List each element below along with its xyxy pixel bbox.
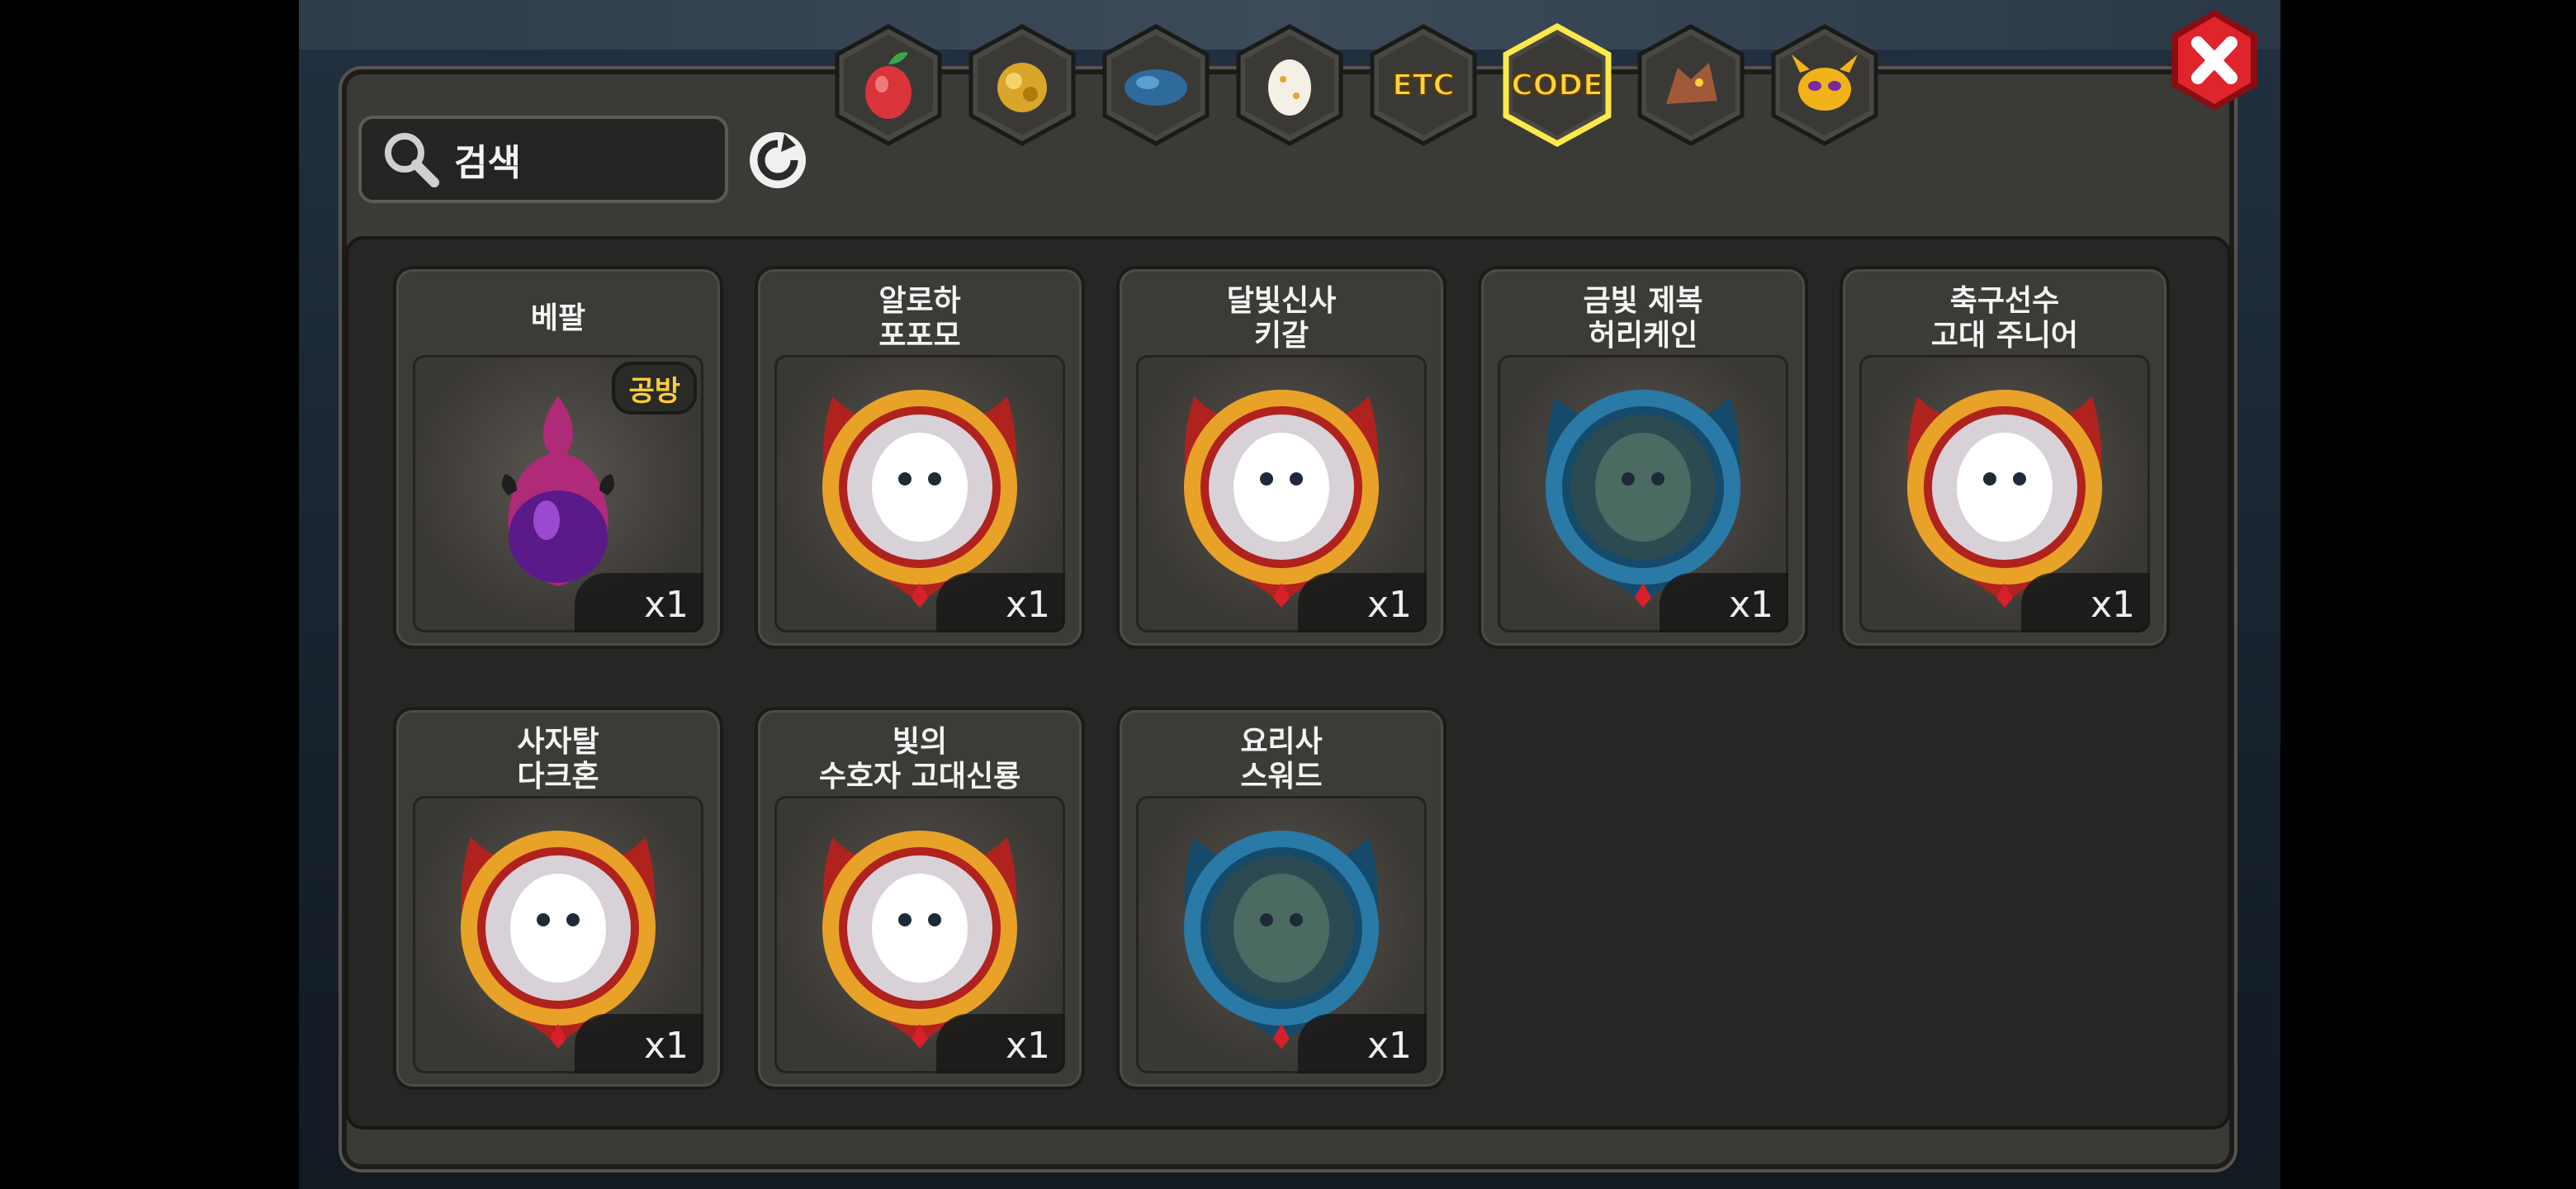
item-image: x1 [1859, 355, 2150, 632]
tab-label: CODE [1510, 68, 1604, 103]
mask-tab[interactable] [1767, 21, 1882, 149]
egg-icon [1236, 24, 1343, 146]
item-image: 공방 x1 [413, 355, 703, 632]
item-name: 알로하 포포모 [878, 284, 961, 353]
item-image: x1 [413, 796, 703, 1073]
dragon-tab[interactable] [1633, 21, 1749, 149]
gold-tab[interactable] [964, 21, 1080, 149]
item-card[interactable]: 축구선수 고대 주니어 x1 [1840, 266, 2170, 649]
item-quantity: x1 [575, 1014, 703, 1073]
item-card[interactable]: 알로하 포포모 x1 [755, 266, 1085, 649]
fruit-icon [835, 24, 942, 146]
item-quantity: x1 [936, 1014, 1065, 1073]
item-name: 베팔 [530, 301, 586, 335]
item-badge: 공방 [612, 362, 697, 414]
item-name: 달빛신사 키갈 [1226, 284, 1337, 353]
blue-creature-icon [1102, 24, 1210, 146]
search-placeholder: 검색 [454, 142, 521, 184]
item-card[interactable]: 사자탈 다크혼 x1 [393, 707, 723, 1090]
item-image: x1 [1136, 796, 1427, 1073]
item-name: 요리사 스워드 [1240, 725, 1323, 793]
dragon-head-icon [1637, 24, 1745, 146]
item-quantity: x1 [1298, 573, 1427, 632]
item-image: x1 [774, 796, 1065, 1073]
item-card[interactable]: 금빛 제복 허리케인 x1 [1478, 266, 1808, 649]
item-image: x1 [1498, 355, 1788, 632]
search-field[interactable]: 검색 [358, 116, 728, 203]
tab-label: ETC [1391, 68, 1456, 103]
item-image: x1 [1136, 355, 1427, 632]
etc-tab[interactable]: ETC [1366, 21, 1481, 149]
creature-tab[interactable] [1098, 21, 1214, 149]
item-quantity: x1 [2021, 573, 2150, 632]
item-name: 축구선수 고대 주니어 [1930, 284, 2079, 353]
item-quantity: x1 [936, 573, 1065, 632]
item-card[interactable]: 빛의 수호자 고대신룡 x1 [755, 707, 1085, 1090]
item-quantity: x1 [1660, 573, 1788, 632]
item-name: 빛의 수호자 고대신룡 [818, 725, 1021, 793]
search-icon [385, 133, 439, 187]
item-image: x1 [774, 355, 1065, 632]
mask-icon [1771, 24, 1878, 146]
gold-nugget-icon [968, 24, 1076, 146]
refresh-icon[interactable] [745, 127, 811, 193]
item-card[interactable]: 달빛신사 키갈 x1 [1116, 266, 1447, 649]
item-card[interactable]: 요리사 스워드 x1 [1116, 707, 1447, 1090]
close-icon[interactable] [2165, 7, 2264, 114]
item-name: 금빛 제복 허리케인 [1583, 284, 1703, 353]
item-name: 사자탈 다크혼 [517, 725, 599, 793]
item-quantity: x1 [1298, 1014, 1427, 1073]
item-quantity: x1 [575, 573, 703, 632]
egg-tab[interactable] [1232, 21, 1347, 149]
item-card[interactable]: 베팔공방 x1 [393, 266, 723, 649]
fruit-tab[interactable] [831, 21, 946, 149]
code-tab[interactable]: CODE [1499, 21, 1615, 149]
